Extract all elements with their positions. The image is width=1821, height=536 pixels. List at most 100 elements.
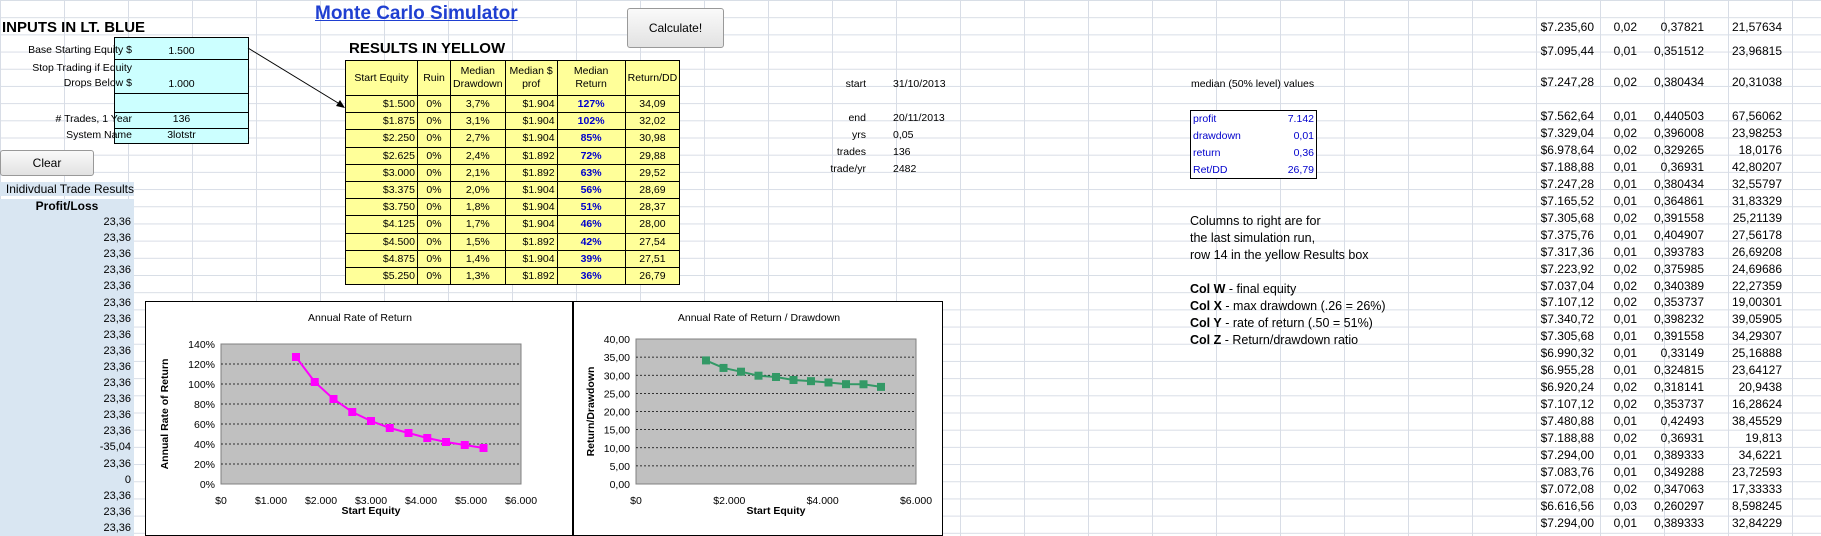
last-run-cell[interactable]: $7.095,44	[1500, 44, 1594, 58]
last-run-cell[interactable]: 0,353737	[1641, 397, 1704, 411]
results-cell[interactable]: $1.892	[504, 163, 558, 182]
last-run-cell[interactable]: 0,02	[1600, 211, 1637, 225]
last-run-cell[interactable]: 0,329265	[1641, 143, 1704, 157]
results-cell[interactable]: 0%	[417, 112, 451, 131]
input-base-equity[interactable]: 1.500	[114, 45, 249, 57]
last-run-cell[interactable]: 0,42493	[1641, 414, 1704, 428]
last-run-cell[interactable]: 23,72593	[1708, 465, 1782, 479]
last-run-cell[interactable]: 0,02	[1600, 295, 1637, 309]
results-cell[interactable]: 0%	[417, 163, 451, 182]
profit-loss-value[interactable]: 23,36	[0, 407, 134, 424]
last-run-cell[interactable]: 0,324815	[1641, 363, 1704, 377]
results-cell[interactable]: 36%	[556, 266, 626, 286]
results-cell[interactable]: $1.892	[504, 146, 558, 165]
last-run-cell[interactable]: 0,404907	[1641, 228, 1704, 242]
results-cell[interactable]: 42%	[556, 232, 626, 251]
last-run-cell[interactable]: $7.223,92	[1500, 262, 1594, 276]
last-run-cell[interactable]: $6.990,32	[1500, 346, 1594, 360]
results-cell[interactable]: $2.625	[345, 146, 418, 165]
last-run-cell[interactable]: 0,01	[1600, 414, 1637, 428]
last-run-cell[interactable]: 20,31038	[1708, 75, 1782, 89]
last-run-cell[interactable]: $7.329,04	[1500, 126, 1594, 140]
last-run-cell[interactable]: 0,01	[1600, 465, 1637, 479]
last-run-cell[interactable]: 34,6221	[1708, 448, 1782, 462]
results-cell[interactable]: $1.904	[504, 112, 558, 131]
last-run-cell[interactable]: 0,01	[1600, 516, 1637, 530]
results-cell[interactable]: $4.500	[345, 232, 418, 251]
results-cell[interactable]: 26,79	[624, 266, 681, 286]
stat-value[interactable]: 2482	[893, 163, 916, 175]
results-cell[interactable]: $3.000	[345, 163, 418, 182]
last-run-cell[interactable]: 22,27359	[1708, 279, 1782, 293]
median-value[interactable]: 0,36	[1260, 147, 1314, 159]
results-cell[interactable]: 28,69	[624, 180, 681, 200]
last-run-cell[interactable]: $7.247,28	[1500, 177, 1594, 191]
results-cell[interactable]: 27,54	[624, 232, 681, 251]
results-cell[interactable]: $4.875	[345, 249, 418, 268]
last-run-cell[interactable]: 0,389333	[1641, 516, 1704, 530]
last-run-cell[interactable]: 0,02	[1600, 380, 1637, 394]
last-run-cell[interactable]: 0,01	[1600, 245, 1637, 259]
last-run-cell[interactable]: 8,598245	[1708, 499, 1782, 513]
last-run-cell[interactable]: 67,56062	[1708, 109, 1782, 123]
last-run-cell[interactable]: 20,9438	[1708, 380, 1782, 394]
last-run-cell[interactable]: 0,393783	[1641, 245, 1704, 259]
results-cell[interactable]: 39%	[556, 249, 626, 268]
last-run-cell[interactable]: 0,01	[1600, 346, 1637, 360]
results-cell[interactable]: 28,00	[624, 215, 681, 234]
last-run-cell[interactable]: 0,347063	[1641, 482, 1704, 496]
last-run-cell[interactable]: 0,353737	[1641, 295, 1704, 309]
last-run-cell[interactable]: $7.165,52	[1500, 194, 1594, 208]
results-cell[interactable]: $1.904	[504, 215, 558, 234]
results-cell[interactable]: $1.904	[504, 198, 558, 217]
results-cell[interactable]: 2,7%	[450, 129, 506, 148]
last-run-cell[interactable]: 0,02	[1600, 143, 1637, 157]
results-cell[interactable]: $3.375	[345, 180, 418, 200]
results-cell[interactable]: 3,1%	[450, 112, 506, 131]
last-run-cell[interactable]: $7.562,64	[1500, 109, 1594, 123]
last-run-cell[interactable]: 0,440503	[1641, 109, 1704, 123]
results-cell[interactable]: $2.250	[345, 129, 418, 148]
last-run-cell[interactable]: 0,01	[1600, 228, 1637, 242]
last-run-cell[interactable]: 26,69208	[1708, 245, 1782, 259]
last-run-cell[interactable]: 0,318141	[1641, 380, 1704, 394]
last-run-cell[interactable]: 21,57634	[1708, 20, 1782, 34]
results-cell[interactable]: $4.125	[345, 215, 418, 234]
last-run-cell[interactable]: $7.340,72	[1500, 312, 1594, 326]
profit-loss-value[interactable]: 23,36	[0, 262, 134, 279]
results-cell[interactable]: $1.904	[504, 249, 558, 268]
last-run-cell[interactable]: $7.188,88	[1500, 160, 1594, 174]
last-run-cell[interactable]: $7.294,00	[1500, 448, 1594, 462]
median-value[interactable]: 26,79	[1260, 164, 1314, 176]
last-run-cell[interactable]: 0,02	[1600, 126, 1637, 140]
last-run-cell[interactable]: 0,02	[1600, 75, 1637, 89]
last-run-cell[interactable]: $7.072,08	[1500, 482, 1594, 496]
last-run-cell[interactable]: 0,03	[1600, 499, 1637, 513]
last-run-cell[interactable]: 0,351512	[1641, 44, 1704, 58]
last-run-cell[interactable]: 0,37821	[1641, 20, 1704, 34]
clear-button[interactable]: Clear	[0, 150, 94, 176]
last-run-cell[interactable]: 31,83329	[1708, 194, 1782, 208]
median-value[interactable]: 0,01	[1260, 130, 1314, 142]
last-run-cell[interactable]: $6.616,56	[1500, 499, 1594, 513]
last-run-cell[interactable]: 42,80207	[1708, 160, 1782, 174]
results-cell[interactable]: 1,8%	[450, 198, 506, 217]
results-cell[interactable]: 1,4%	[450, 249, 506, 268]
results-cell[interactable]: 27,51	[624, 249, 681, 268]
last-run-cell[interactable]: $7.305,68	[1500, 211, 1594, 225]
last-run-cell[interactable]: 0,01	[1600, 448, 1637, 462]
last-run-cell[interactable]: $7.375,76	[1500, 228, 1594, 242]
profit-loss-value[interactable]: 23,36	[0, 327, 134, 344]
last-run-cell[interactable]: 0,33149	[1641, 346, 1704, 360]
last-run-cell[interactable]: 23,64127	[1708, 363, 1782, 377]
results-cell[interactable]: 127%	[556, 94, 626, 114]
results-cell[interactable]: $5.250	[345, 266, 418, 286]
last-run-cell[interactable]: $7.235,60	[1500, 20, 1594, 34]
last-run-cell[interactable]: 0,02	[1600, 397, 1637, 411]
results-cell[interactable]: 29,52	[624, 163, 681, 182]
last-run-cell[interactable]: 16,28624	[1708, 397, 1782, 411]
results-cell[interactable]: 46%	[556, 215, 626, 234]
results-cell[interactable]: 0%	[417, 266, 451, 286]
profit-loss-value[interactable]: 23,36	[0, 423, 134, 440]
last-run-cell[interactable]: 18,0176	[1708, 143, 1782, 157]
